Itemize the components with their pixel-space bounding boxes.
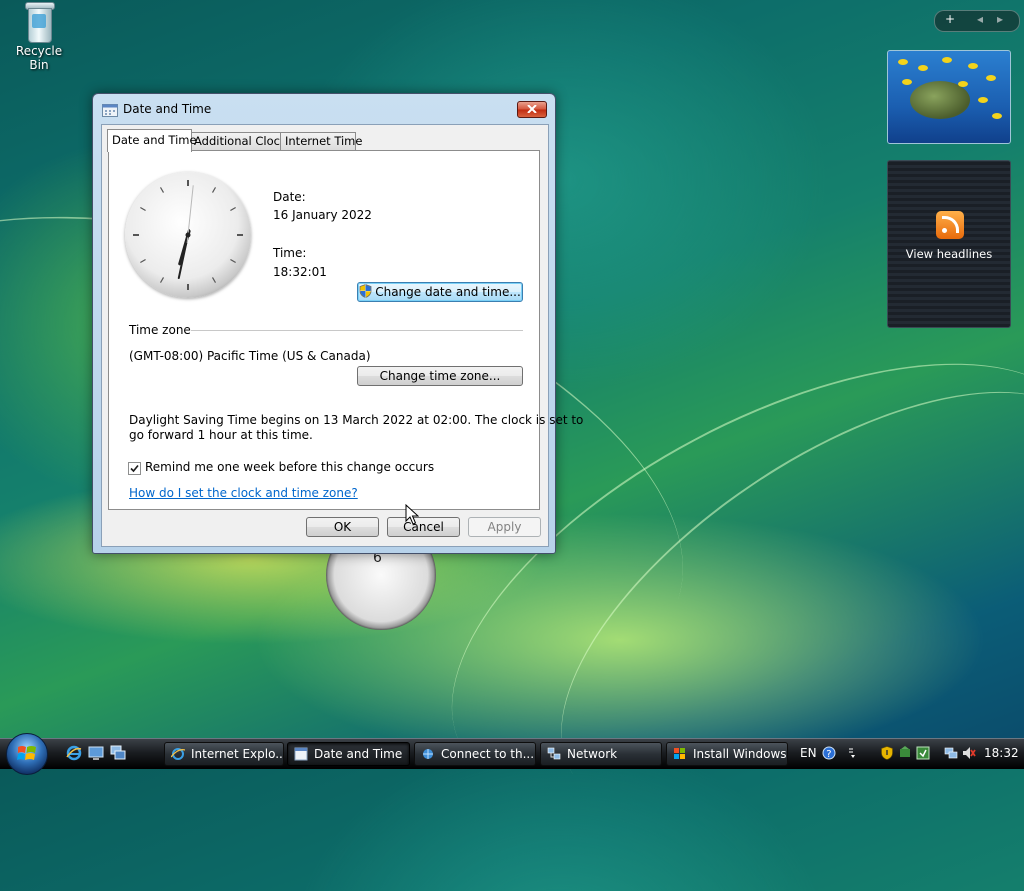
taskbar-clock[interactable]: 18:32 [984, 746, 1019, 760]
dialog-title: Date and Time [123, 102, 212, 116]
analog-clock [125, 172, 251, 298]
change-date-time-label: Change date and time... [375, 285, 521, 299]
language-bar-options-icon[interactable] [846, 746, 860, 760]
windows-installer-icon [674, 748, 685, 759]
date-value: 16 January 2022 [273, 208, 372, 222]
time-value: 18:32:01 [273, 265, 327, 279]
clock-tick [230, 258, 236, 264]
help-icon[interactable]: ? [822, 746, 836, 760]
start-button[interactable] [6, 733, 48, 775]
taskbar-item-internet-explorer[interactable]: Internet Explo... [164, 742, 284, 766]
rss-icon [936, 211, 964, 239]
cancel-button[interactable]: Cancel [387, 517, 460, 537]
taskbar-item-label: Network [567, 747, 618, 761]
switch-windows-icon[interactable] [110, 745, 126, 761]
internet-explorer-icon [171, 748, 185, 760]
analog-clock-face [133, 180, 243, 290]
ok-button[interactable]: OK [306, 517, 379, 537]
volume-muted-icon[interactable] [962, 746, 976, 760]
clock-tick [230, 206, 236, 212]
taskbar-item-network[interactable]: Network [540, 742, 662, 766]
clock-tick [140, 206, 146, 212]
taskbar-item-label: Connect to th... [441, 747, 535, 761]
checkmark-icon [130, 464, 139, 473]
help-link[interactable]: How do I set the clock and time zone? [129, 486, 358, 500]
date-and-time-dialog: Date and Time Date and Time Additional C… [92, 93, 583, 554]
clock-center-pin [185, 232, 191, 238]
show-desktop-icon[interactable] [88, 745, 104, 761]
windows-defender-icon[interactable] [898, 746, 912, 760]
taskbar-item-install-windows[interactable]: Install Windows [666, 742, 788, 766]
time-label: Time: [273, 246, 307, 260]
clock-tick [140, 258, 146, 264]
taskbar-item-label: Internet Explo... [191, 747, 284, 761]
change-timezone-button[interactable]: Change time zone... [357, 366, 523, 386]
tab-internet-time[interactable]: Internet Time [280, 132, 362, 151]
taskbar-item-label: Date and Time [314, 747, 403, 761]
network-status-icon[interactable] [944, 746, 958, 760]
taskbar-item-label: Install Windows [693, 747, 787, 761]
view-headlines-label[interactable]: View headlines [888, 247, 1010, 261]
network-icon [547, 747, 561, 760]
apply-button: Apply [468, 517, 541, 537]
clock-tick [211, 187, 217, 193]
recycle-bin-label: Recycle Bin [15, 44, 63, 72]
add-gadget-button[interactable]: + [945, 12, 955, 26]
feed-headlines-gadget[interactable]: View headlines [887, 160, 1011, 328]
timezone-heading: Time zone [129, 323, 191, 337]
recycle-bin-icon [25, 2, 55, 43]
mouse-cursor-icon [405, 504, 419, 525]
taskbar-item-connect[interactable]: Connect to th... [414, 742, 536, 766]
svg-text:?: ? [826, 749, 831, 760]
internet-explorer-quicklaunch-icon[interactable] [66, 745, 82, 761]
dst-info-line-1: Daylight Saving Time begins on 13 March … [129, 413, 584, 427]
language-indicator[interactable]: EN [800, 746, 817, 760]
clock-icon [294, 747, 308, 761]
next-gadget-button[interactable]: ▸ [997, 12, 1003, 26]
date-time-icon [102, 104, 118, 117]
clock-tick [211, 277, 217, 283]
dialog-client-area: Date and Time Additional Clocks Internet… [101, 124, 583, 547]
windows-logo-icon [17, 746, 36, 760]
dst-info-line-2: go forward 1 hour at this time. [129, 428, 313, 442]
clock-tick [159, 277, 165, 283]
clock-tick [159, 187, 165, 193]
taskbar-item-date-and-time[interactable]: Date and Time [287, 742, 410, 766]
dialog-titlebar[interactable]: Date and Time [93, 94, 555, 124]
security-warning-icon[interactable] [880, 746, 894, 760]
desktop-icon-recycle-bin[interactable]: Recycle Bin [6, 2, 72, 72]
tab-additional-clocks[interactable]: Additional Clocks [189, 132, 293, 151]
remind-checkbox-label[interactable]: Remind me one week before this change oc… [145, 460, 434, 474]
date-label: Date: [273, 190, 306, 204]
tab-date-and-time[interactable]: Date and Time [107, 129, 197, 152]
network-connect-icon [423, 749, 433, 759]
previous-gadget-button[interactable]: ◂ [977, 12, 983, 26]
remind-checkbox[interactable] [128, 462, 141, 475]
timezone-value: (GMT-08:00) Pacific Time (US & Canada) [129, 349, 371, 363]
date-and-time-panel: Date: 16 January 2022 Time: 18:32:01 Cha… [108, 150, 583, 510]
uac-shield-icon [359, 284, 372, 298]
sync-icon[interactable] [916, 746, 930, 760]
change-date-time-button[interactable]: Change date and time... [357, 282, 523, 302]
slideshow-gadget[interactable] [887, 50, 1011, 144]
close-icon [527, 105, 537, 113]
timezone-divider [191, 330, 523, 331]
sidebar-controls: + ◂ ▸ [934, 10, 1020, 32]
close-button[interactable] [517, 101, 547, 118]
taskbar: Internet Explo... Date and Time Connect … [0, 733, 1024, 775]
